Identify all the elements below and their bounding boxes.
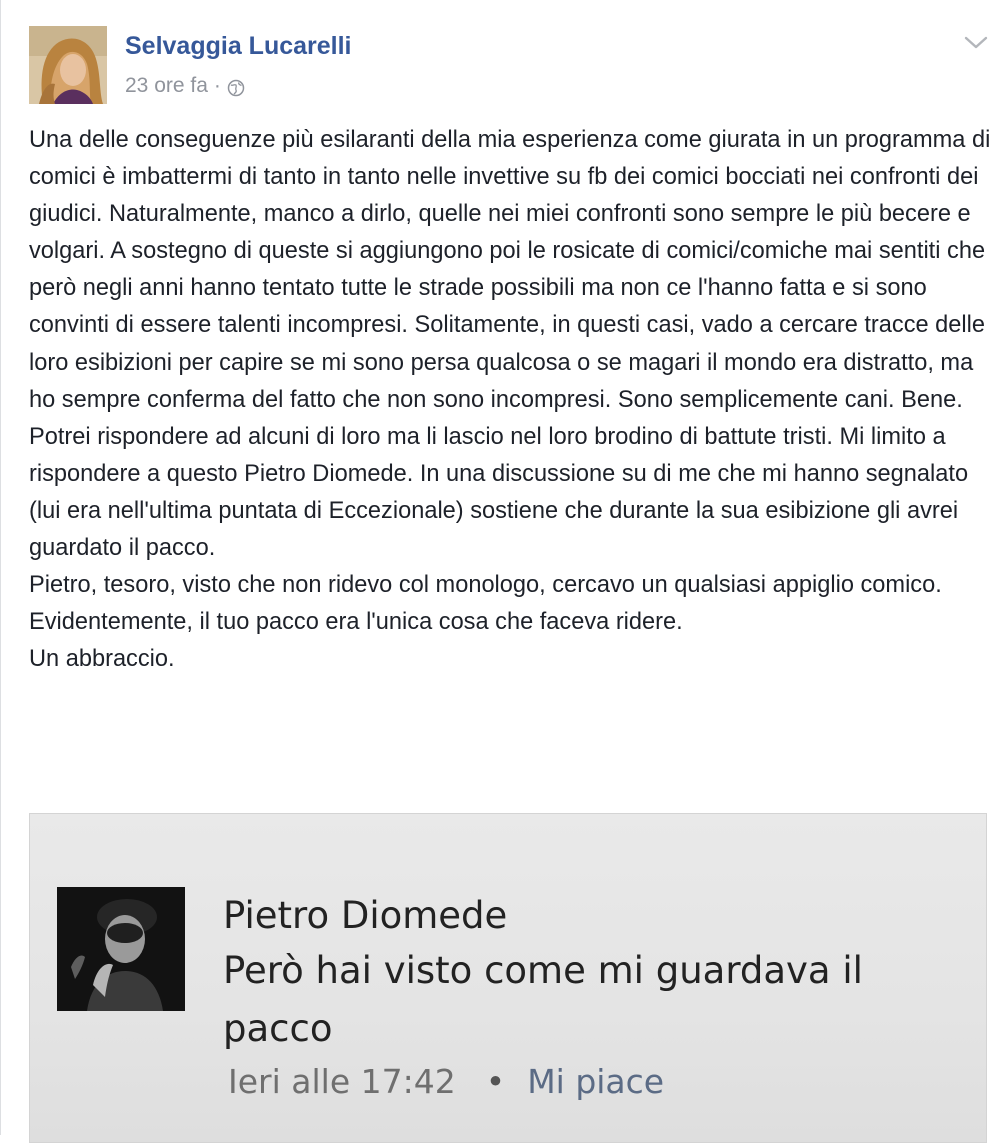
meta-separator: · [213, 74, 221, 97]
comment-dot: • [485, 1062, 506, 1101]
post-meta: 23 ore fa · [125, 74, 245, 98]
post-paragraph: Una delle conseguenze più esilaranti del… [29, 127, 991, 562]
comment-text: Però hai visto come mi guardava il pacco [223, 949, 863, 1050]
attached-photo[interactable]: Pietro Diomede Però hai visto come mi gu… [29, 813, 987, 1143]
author-name-link[interactable]: Selvaggia Lucarelli [125, 32, 352, 61]
post-paragraph: Un abbraccio. [29, 646, 175, 673]
comment-avatar [57, 887, 185, 1011]
comment-footer: Ieri alle 17:42 • Mi piace [228, 1062, 664, 1101]
chevron-down-icon[interactable] [963, 34, 989, 52]
comment-author: Pietro Diomede [223, 894, 508, 937]
post-body: Una delle conseguenze più esilaranti del… [29, 122, 991, 678]
comment-time: Ieri alle 17:42 [228, 1062, 456, 1101]
feed-post: Selvaggia Lucarelli 23 ore fa · Una dell… [0, 0, 1000, 1143]
post-paragraph: Pietro, tesoro, visto che non ridevo col… [29, 572, 942, 636]
comment-like: Mi piace [527, 1062, 665, 1101]
globe-icon[interactable] [227, 79, 245, 97]
post-timestamp[interactable]: 23 ore fa [125, 74, 208, 98]
author-avatar-image [29, 26, 107, 104]
author-avatar[interactable] [29, 26, 107, 104]
post-header: Selvaggia Lucarelli 23 ore fa · [29, 26, 989, 106]
